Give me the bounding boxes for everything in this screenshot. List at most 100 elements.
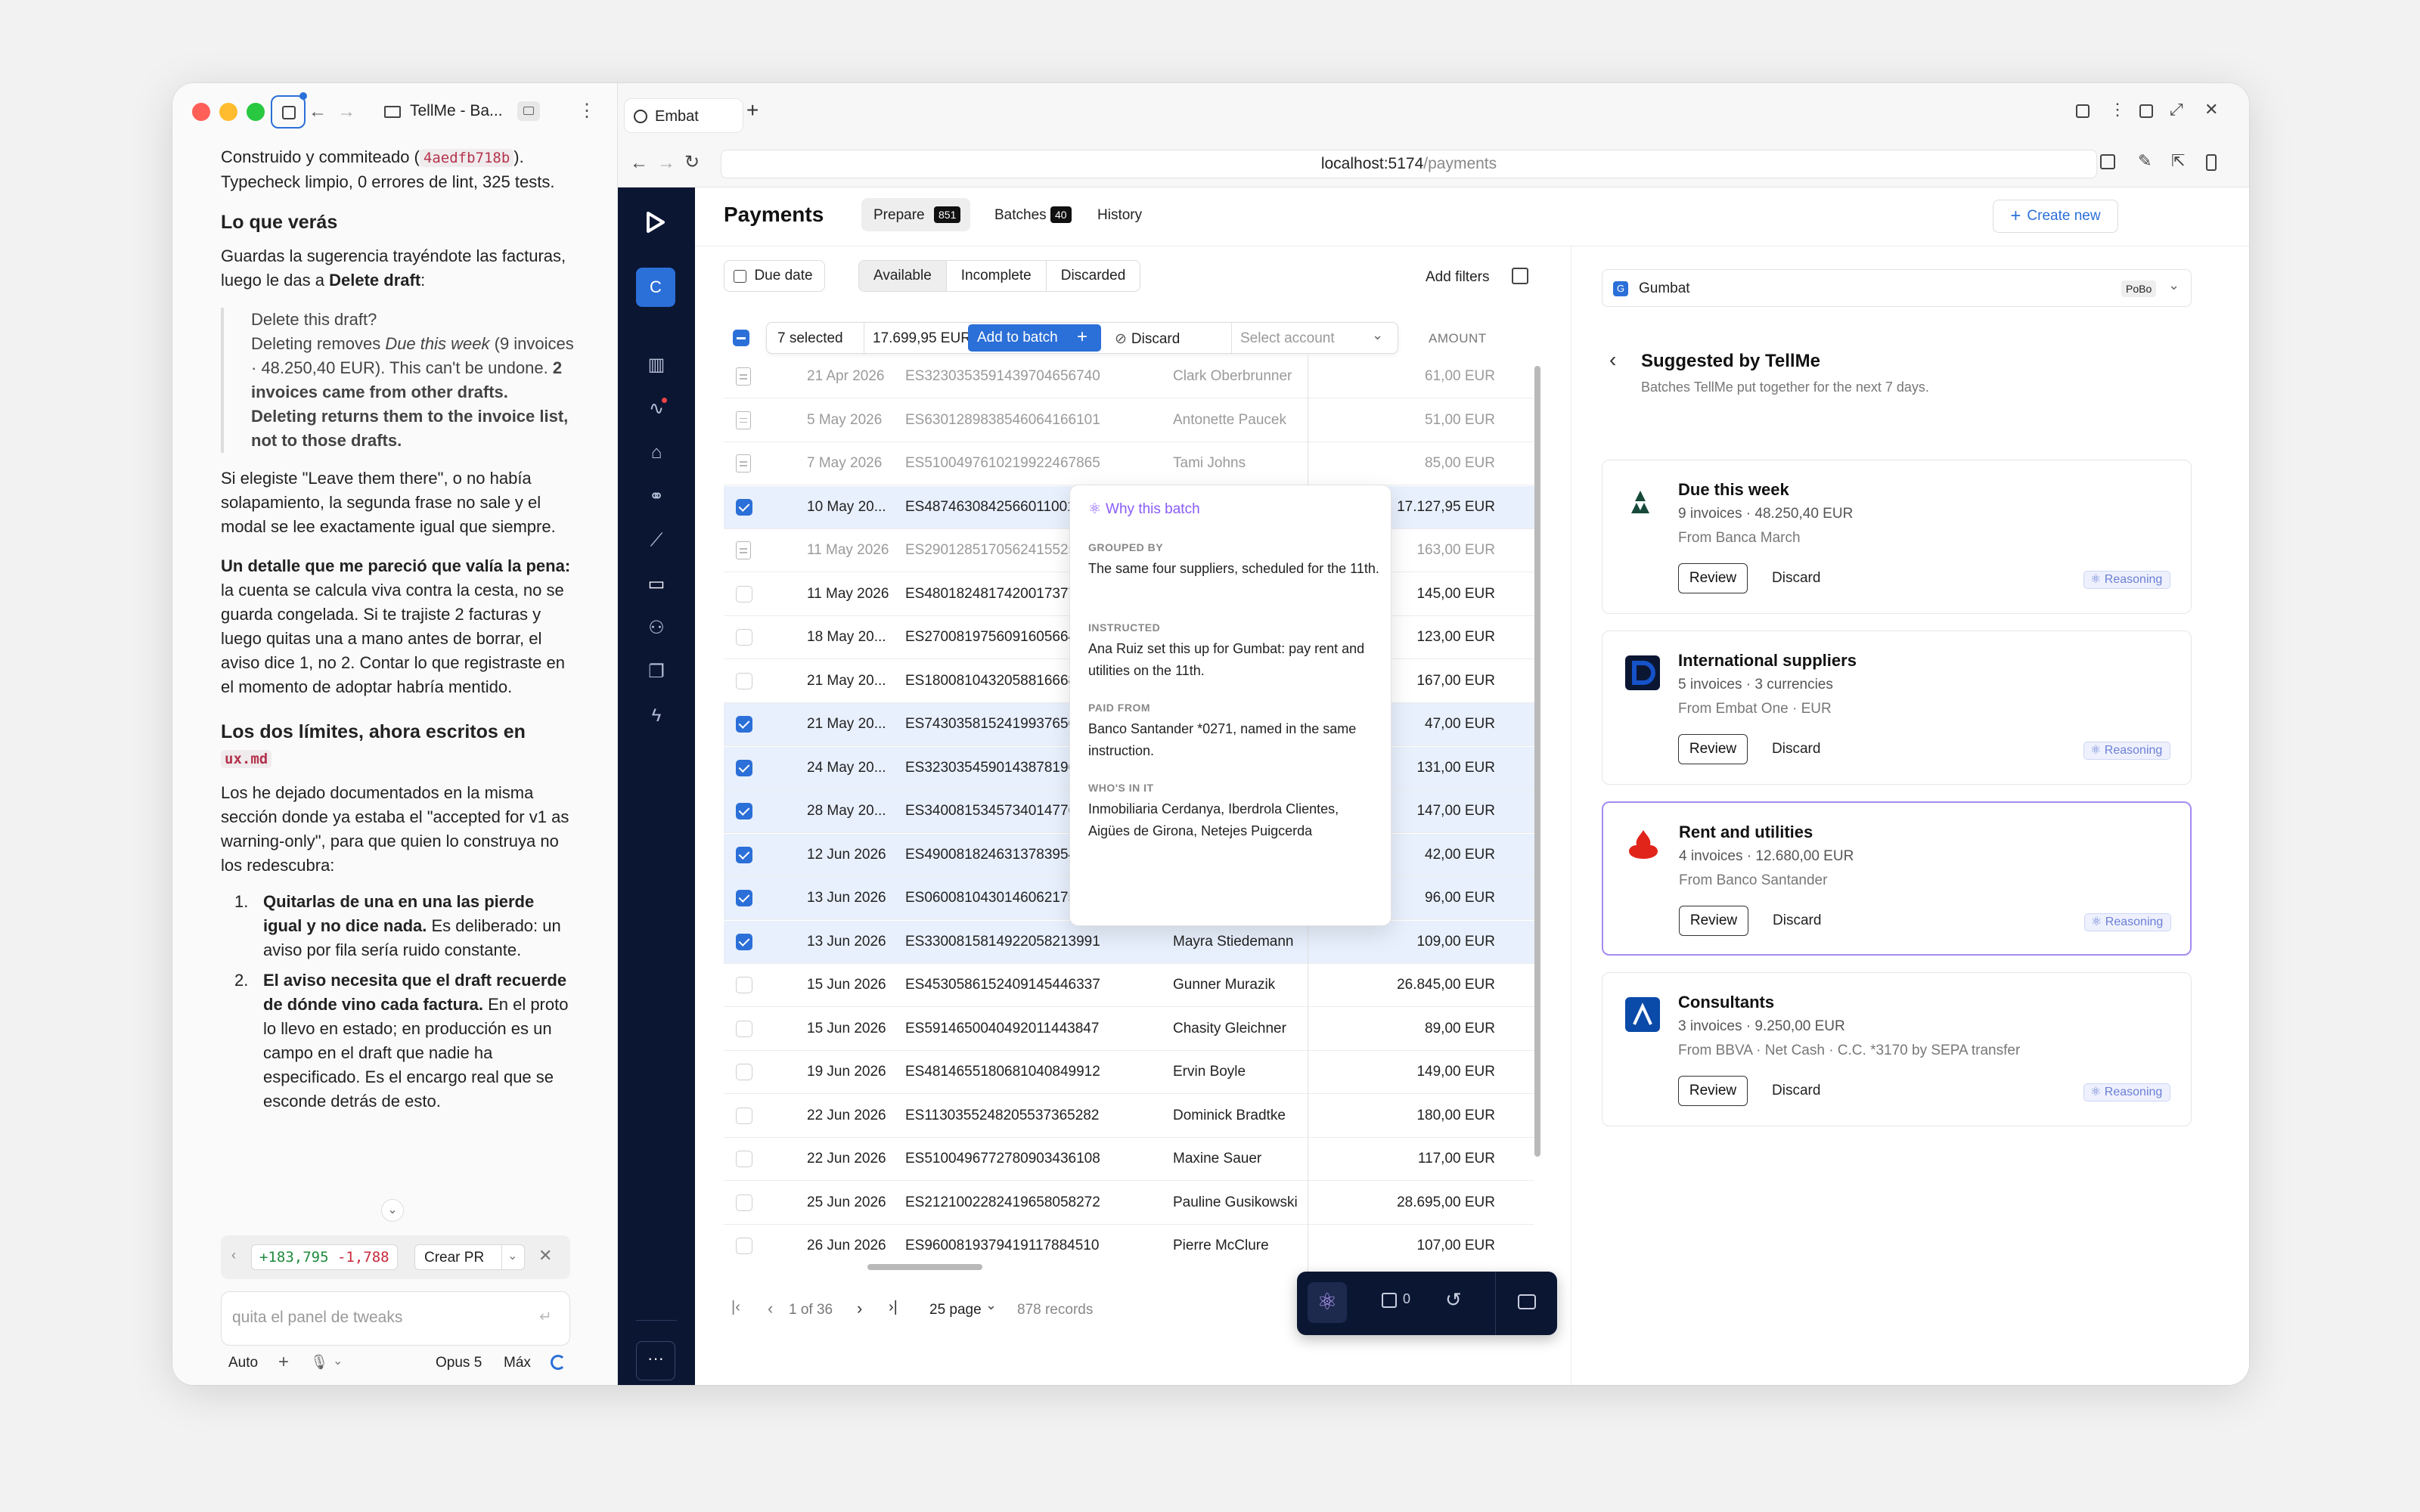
back-arrow-icon[interactable]: ← [630,153,648,174]
row-checkbox[interactable] [736,585,752,603]
row-checkbox[interactable] [736,977,752,993]
first-page-icon[interactable]: |‹ [731,1299,740,1316]
effort-selector[interactable]: Máx [504,1355,531,1371]
table-row[interactable]: 15 Jun 2026 ES4530586152409145446337 Gunne… [724,964,1534,1007]
row-checkbox[interactable] [736,1020,752,1037]
reasoning-button[interactable]: ⚛ Reasoning [2083,742,2171,760]
table-row[interactable]: 26 Jun 2026 ES9600819379419117884510 Pierr… [724,1225,1534,1259]
model-selector[interactable]: Opus 5 [436,1355,482,1371]
table-row[interactable]: 5 May 2026 ES6301289838546064166101 Antone… [724,399,1534,442]
suggestion-card[interactable]: Due this week 9 invoices · 48.250,40 EUR F… [1602,460,2192,614]
picture-in-picture-icon[interactable] [2139,104,2153,118]
review-button[interactable]: Review [1679,906,1748,936]
pen-icon[interactable]: ✎ [2138,151,2152,171]
browser-tab[interactable]: Embat [624,98,743,133]
horizontal-scrollbar[interactable] [867,1264,982,1270]
company-selector[interactable]: G Gumbat PoBo ⌄ [1602,269,2192,307]
table-row[interactable]: 22 Jun 2026 ES5100496772780903436108 Maxin… [724,1138,1534,1181]
discard-button[interactable]: Discard [1773,906,1821,936]
forward-arrow-icon[interactable]: → [657,153,675,174]
dashboard-icon[interactable]: ▥ [645,354,668,376]
row-checkbox[interactable] [736,1194,752,1211]
vertical-scrollbar[interactable] [1534,366,1540,1157]
lightning-icon[interactable]: ϟ [645,705,668,727]
microphone-icon[interactable]: 🎙 [310,1353,328,1371]
more-vertical-icon[interactable]: ⋮ [578,100,596,122]
row-checkbox[interactable] [736,498,752,516]
expand-icon[interactable]: ⤢ [2170,100,2183,119]
plus-icon[interactable]: + [278,1352,289,1373]
discard-button[interactable]: Discard [1772,734,1820,764]
table-row[interactable]: 19 Jun 2026 ES4814655180681040849912 Ervin… [724,1051,1534,1094]
minimize-window-button[interactable] [219,103,237,121]
scroll-down-button[interactable]: ⌄ [381,1199,404,1222]
chevron-down-icon[interactable]: ⌄ [507,1248,517,1263]
row-checkbox[interactable] [736,716,752,733]
reasoning-button[interactable]: ⚛ Reasoning [2083,571,2171,589]
row-checkbox[interactable] [736,803,752,820]
row-checkbox[interactable] [736,1151,752,1167]
close-window-button[interactable] [192,103,210,121]
add-filters-button[interactable]: Add filters [1426,269,1489,286]
open-external-icon[interactable] [2100,154,2115,169]
chevron-left-icon[interactable]: ‹ [231,1247,236,1263]
table-row[interactable]: 15 Jun 2026 ES5914650040492011443847 Chasi… [724,1008,1534,1051]
reasoning-button[interactable]: ⚛ Reasoning [2083,1083,2171,1101]
filter-incomplete[interactable]: Incomplete [947,261,1047,291]
table-row[interactable]: 25 Jun 2026 ES2121002282419658058272 Pauli… [724,1182,1534,1225]
activity-icon[interactable]: ∿ [645,398,668,420]
discard-button[interactable]: Discard [1772,563,1820,593]
next-page-icon[interactable]: › [857,1299,862,1318]
close-icon[interactable]: ✕ [2204,100,2218,119]
review-button[interactable]: Review [1678,563,1748,593]
copy-icon[interactable]: ❐ [645,661,668,683]
prev-page-icon[interactable]: ‹ [768,1299,773,1318]
due-date-filter[interactable]: Due date [724,260,825,292]
tab-batches[interactable]: Batches 40 [982,198,1085,231]
table-row[interactable]: 22 Jun 2026 ES1130355248205537365282 Domin… [724,1095,1534,1138]
mode-selector[interactable]: Auto [228,1355,258,1371]
suggestion-card[interactable]: Rent and utilities 4 invoices · 12.680,00… [1602,801,2192,956]
chevron-down-icon[interactable]: ⌄ [333,1353,343,1368]
tellme-atom-icon[interactable]: ⚛ [1308,1282,1347,1323]
row-checkbox[interactable] [736,846,752,863]
more-vertical-icon[interactable]: ⋮ [2109,100,2126,119]
bank-icon[interactable]: ⌂ [645,442,668,464]
send-icon[interactable]: ↵ [539,1307,552,1326]
create-pr-button[interactable]: Crear PR ⌄ [414,1244,525,1270]
discard-button[interactable]: Discard [1772,1076,1820,1106]
back-chevron-icon[interactable]: ‹ [1609,348,1616,372]
tab-history[interactable]: History [1097,207,1142,224]
row-checkbox[interactable] [736,672,752,689]
row-checkbox[interactable] [736,759,752,776]
history-icon[interactable]: ↺ [1445,1288,1462,1312]
link-icon[interactable]: ⚭ [645,485,668,508]
last-page-icon[interactable]: ›| [889,1299,898,1316]
more-icon[interactable]: ··· [636,1341,675,1380]
users-icon[interactable]: ⚇ [645,617,668,640]
table-row[interactable]: 13 Jun 2026 ES3300815814922058213991 Mayra… [724,920,1534,964]
filter-discarded[interactable]: Discarded [1047,261,1140,291]
phone-icon[interactable] [2206,154,2217,171]
suggestion-card[interactable]: Consultants 3 invoices · 9.250,00 EUR From… [1602,972,2192,1126]
create-new-button[interactable]: + Create new [1993,200,2118,233]
row-checkbox[interactable] [736,1238,752,1254]
cursor-icon[interactable]: ⇱ [2171,151,2185,171]
tab-prepare[interactable]: Prepare 851 [861,198,970,231]
row-checkbox[interactable] [736,1107,752,1124]
sidebar-layout-icon[interactable] [2076,104,2090,118]
columns-icon[interactable] [1512,268,1528,284]
table-row[interactable]: 7 May 2026 ES5100497610219922467865 Tami J… [724,442,1534,485]
new-tab-icon[interactable]: + [746,98,759,122]
close-icon[interactable]: ✕ [538,1246,552,1266]
chevron-down-icon[interactable]: ⌄ [985,1297,997,1313]
reload-icon[interactable]: ↻ [684,151,700,173]
folder-button[interactable] [517,101,540,121]
filter-available[interactable]: Available [859,261,947,291]
url-field[interactable]: localhost:5174/payments [721,150,2097,178]
reasoning-button[interactable]: ⚛ Reasoning [2084,913,2172,931]
per-page-selector[interactable]: 25 page [929,1302,982,1318]
session-title[interactable]: TellMe - Ba... [410,102,503,120]
layers-icon[interactable] [1382,1293,1397,1308]
row-checkbox[interactable] [736,1064,752,1080]
